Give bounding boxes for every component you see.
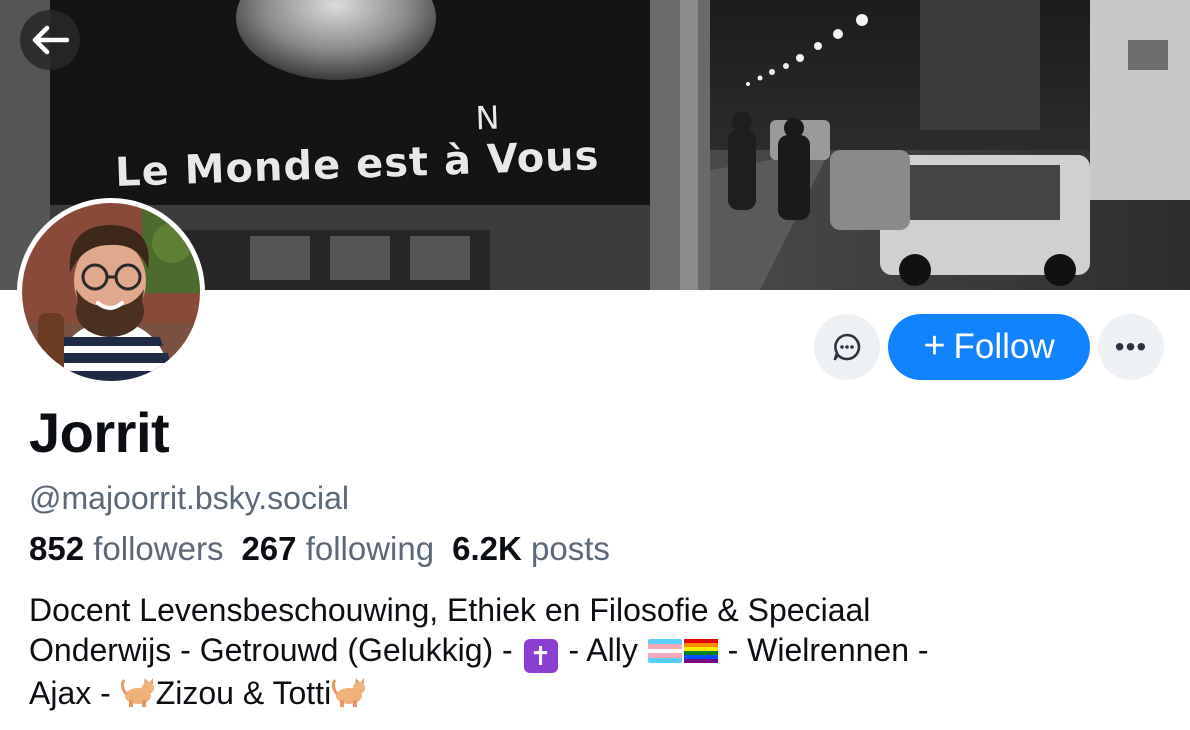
following-label: following [305,530,435,567]
bio-line-3: Ajax - Zizou & Totti [29,673,1149,713]
ellipsis-icon: ••• [1114,331,1148,362]
profile-page: Le Monde est à Vous N + Follow ••• Jorri… [0,0,1190,730]
followers-stat[interactable]: 852 followers [29,530,223,568]
display-name: Jorrit [29,401,170,464]
bio-text: Ajax - [29,675,120,711]
banner-caption-fix: N [474,98,502,138]
bio-line-2: Onderwijs - Getrouwd (Gelukkig) - ✝ - Al… [29,630,1149,673]
follow-button[interactable]: + Follow [888,314,1090,380]
bio-text: Zizou & Totti [155,675,332,711]
bio-text: - Wielrennen - [718,632,929,668]
bio-text: - Ally [559,632,647,668]
bio-text: Onderwijs - Getrouwd (Gelukkig) - [29,632,522,668]
profile-stats: 852 followers 267 following 6.2K posts [29,530,610,568]
avatar-image [22,203,200,381]
cat-emoji-icon [332,678,366,707]
follow-label: Follow [953,327,1055,366]
cross-emoji-icon: ✝ [523,639,558,673]
handle[interactable]: @majoorrit.bsky.social [29,480,349,517]
posts-count: 6.2K [452,530,522,567]
cat-emoji-icon [120,678,154,707]
bio: Docent Levensbeschouwing, Ethiek en Filo… [29,590,1149,713]
rainbow-flag-icon [683,639,718,663]
transgender-flag-icon [647,639,682,663]
more-options-button[interactable]: ••• [1098,314,1164,380]
following-stat[interactable]: 267 following [241,530,434,568]
arrow-left-icon [32,25,69,55]
bio-line-1: Docent Levensbeschouwing, Ethiek en Filo… [29,592,871,628]
posts-stat: 6.2K posts [452,530,610,568]
posts-label: posts [531,530,610,567]
following-count: 267 [241,530,297,567]
avatar[interactable] [17,198,205,386]
chat-bubble-icon [833,333,861,361]
message-button[interactable] [814,314,880,380]
followers-count: 852 [29,530,85,567]
plus-icon: + [923,324,946,367]
back-button[interactable] [20,10,80,70]
followers-label: followers [93,530,224,567]
